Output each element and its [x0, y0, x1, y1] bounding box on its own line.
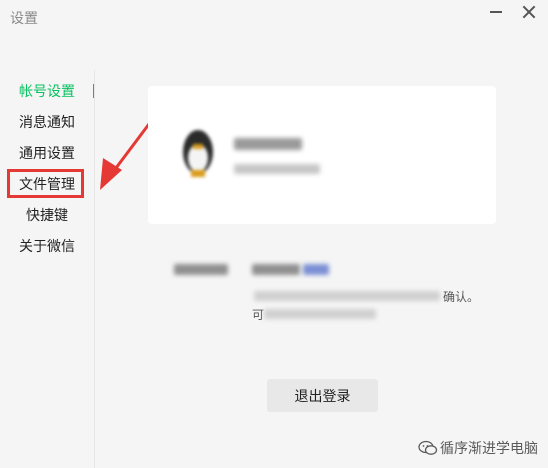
- logout-button[interactable]: 退出登录: [267, 379, 378, 412]
- detail-link[interactable]: [303, 264, 329, 275]
- account-nickname: [234, 138, 302, 150]
- account-card: [148, 86, 496, 224]
- detail-value: [252, 264, 300, 275]
- watermark-text: 循序渐进学电脑: [440, 441, 538, 457]
- account-id: [234, 164, 320, 174]
- note-text-end: 确认。: [443, 290, 480, 304]
- note-line-1: [254, 291, 440, 301]
- qq-penguin-avatar-icon: [183, 130, 213, 177]
- detail-label: [174, 264, 228, 275]
- watermark: 循序渐进学电脑: [418, 438, 538, 458]
- note-text-start: 可: [252, 308, 265, 322]
- wechat-bubble-icon: [418, 440, 438, 455]
- note-line-2: [264, 309, 376, 319]
